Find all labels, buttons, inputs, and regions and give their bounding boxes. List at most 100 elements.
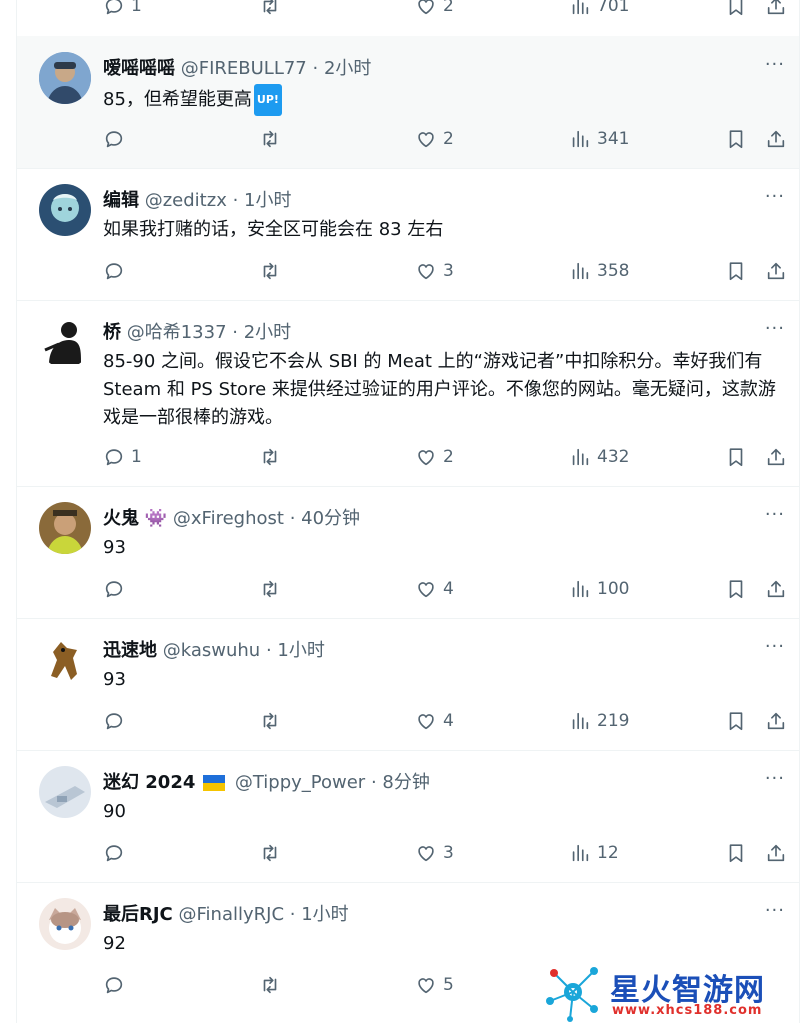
bookmark-button[interactable]: [725, 0, 747, 18]
timestamp[interactable]: · 1小时: [290, 904, 349, 925]
avatar[interactable]: [39, 184, 91, 236]
tweet[interactable]: 嗳嗂嗂嗂 @FIREBULL77 · 2小时 ··· 85，但希望能更高 UP! …: [17, 36, 799, 169]
views-button[interactable]: 100: [569, 577, 629, 601]
tweet[interactable]: 编辑 @zeditzx · 1小时 ··· 如果我打赌的话，安全区可能会在 83…: [17, 168, 799, 301]
reply-button[interactable]: 1: [103, 445, 142, 469]
like-button[interactable]: 2: [415, 127, 454, 151]
bookmark-button[interactable]: [725, 577, 747, 601]
more-icon[interactable]: ···: [765, 186, 785, 207]
bookmark-button[interactable]: [725, 127, 747, 151]
tweet[interactable]: 迅速地 @kaswuhu · 1小时 ··· 93 4 219: [17, 618, 799, 751]
tweet-header: 嗳嗂嗂嗂 @FIREBULL77 · 2小时: [103, 54, 371, 80]
bookmark-icon: [729, 448, 743, 467]
handle[interactable]: @zeditzx: [145, 190, 227, 211]
display-name[interactable]: 迅速地: [103, 640, 157, 661]
share-icon: [767, 130, 785, 148]
handle[interactable]: @FIREBULL77: [181, 58, 307, 79]
share-button[interactable]: [765, 127, 787, 151]
views-button[interactable]: 358: [569, 259, 629, 283]
retweet-button[interactable]: [259, 127, 281, 151]
display-name[interactable]: 嗳嗂嗂嗂: [103, 58, 175, 79]
more-icon[interactable]: ···: [765, 900, 785, 921]
tweet[interactable]: 桥 @哈希1337 · 2小时 ··· 85-90 之间。假设它不会从 SBI …: [17, 300, 799, 487]
display-name[interactable]: 迷幻 2024: [103, 772, 195, 793]
retweet-button[interactable]: [259, 577, 281, 601]
views-button[interactable]: 12: [569, 841, 619, 865]
views-icon: [572, 580, 589, 598]
timestamp[interactable]: · 40分钟: [290, 508, 360, 529]
like-button[interactable]: 2: [415, 445, 454, 469]
like-button[interactable]: 3: [415, 259, 454, 283]
views-count: 358: [597, 261, 630, 281]
display-name[interactable]: 桥: [103, 322, 121, 343]
reply-button[interactable]: [103, 709, 131, 733]
views-button[interactable]: 432: [569, 445, 629, 469]
share-button[interactable]: [765, 577, 787, 601]
reply-button[interactable]: [103, 841, 131, 865]
bookmark-icon: [729, 0, 743, 16]
more-icon[interactable]: ···: [765, 504, 785, 525]
share-button[interactable]: [765, 445, 787, 469]
display-name[interactable]: 最后RJC: [103, 904, 173, 925]
avatar[interactable]: [39, 634, 91, 686]
bookmark-icon: [729, 712, 743, 731]
share-button[interactable]: [765, 259, 787, 283]
reply-button[interactable]: [103, 127, 131, 151]
reply-button[interactable]: [103, 577, 131, 601]
bookmark-button[interactable]: [725, 445, 747, 469]
tweet-feed: 1 2 701 嗳嗂嗂嗂 @FIREBULL77 · 2小时 ··· 85，但希…: [16, 0, 800, 1023]
display-name[interactable]: 编辑: [103, 190, 139, 211]
like-count: 3: [443, 843, 454, 863]
timestamp[interactable]: · 1小时: [233, 190, 292, 211]
more-icon[interactable]: ···: [765, 768, 785, 789]
handle[interactable]: @哈希1337: [127, 322, 227, 343]
like-button[interactable]: 5: [415, 973, 454, 997]
views-button[interactable]: 341: [569, 127, 629, 151]
handle[interactable]: @FinallyRJC: [179, 904, 285, 925]
more-icon[interactable]: ···: [765, 318, 785, 339]
reply-button[interactable]: [103, 973, 131, 997]
views-button[interactable]: 701: [569, 0, 629, 18]
handle[interactable]: @xFireghost: [173, 508, 284, 529]
like-button[interactable]: 2: [415, 0, 454, 18]
tweet[interactable]: 迷幻 2024 @Tippy_Power · 8分钟 ··· 90 3 12: [17, 750, 799, 883]
retweet-icon: [263, 262, 277, 280]
handle[interactable]: @kaswuhu: [163, 640, 260, 661]
reply-count: 1: [131, 0, 142, 16]
avatar[interactable]: [39, 766, 91, 818]
timestamp[interactable]: · 2小时: [313, 58, 372, 79]
tweet-header: 火鬼 👾 @xFireghost · 40分钟: [103, 504, 360, 530]
avatar[interactable]: [39, 52, 91, 104]
retweet-button[interactable]: [259, 841, 281, 865]
timestamp[interactable]: · 8分钟: [371, 772, 430, 793]
more-icon[interactable]: ···: [765, 54, 785, 75]
bookmark-button[interactable]: [725, 259, 747, 283]
retweet-button[interactable]: [259, 0, 281, 18]
display-name[interactable]: 火鬼: [103, 508, 139, 529]
avatar[interactable]: [39, 502, 91, 554]
handle[interactable]: @Tippy_Power: [235, 772, 365, 793]
more-icon[interactable]: ···: [765, 636, 785, 657]
retweet-button[interactable]: [259, 709, 281, 733]
tweet[interactable]: 火鬼 👾 @xFireghost · 40分钟 ··· 93 4 100: [17, 486, 799, 619]
views-icon: [572, 844, 589, 862]
timestamp[interactable]: · 2小时: [232, 322, 291, 343]
views-button[interactable]: 219: [569, 709, 629, 733]
bookmark-button[interactable]: [725, 841, 747, 865]
retweet-button[interactable]: [259, 445, 281, 469]
reply-button[interactable]: [103, 259, 131, 283]
avatar[interactable]: [39, 316, 91, 368]
avatar[interactable]: [39, 898, 91, 950]
share-button[interactable]: [765, 0, 787, 18]
share-button[interactable]: [765, 709, 787, 733]
reply-button[interactable]: 1: [103, 0, 142, 18]
like-button[interactable]: 4: [415, 709, 454, 733]
like-button[interactable]: 4: [415, 577, 454, 601]
bookmark-button[interactable]: [725, 709, 747, 733]
reply-icon: [105, 0, 123, 15]
like-button[interactable]: 3: [415, 841, 454, 865]
retweet-button[interactable]: [259, 259, 281, 283]
timestamp[interactable]: · 1小时: [266, 640, 325, 661]
retweet-button[interactable]: [259, 973, 281, 997]
share-button[interactable]: [765, 841, 787, 865]
